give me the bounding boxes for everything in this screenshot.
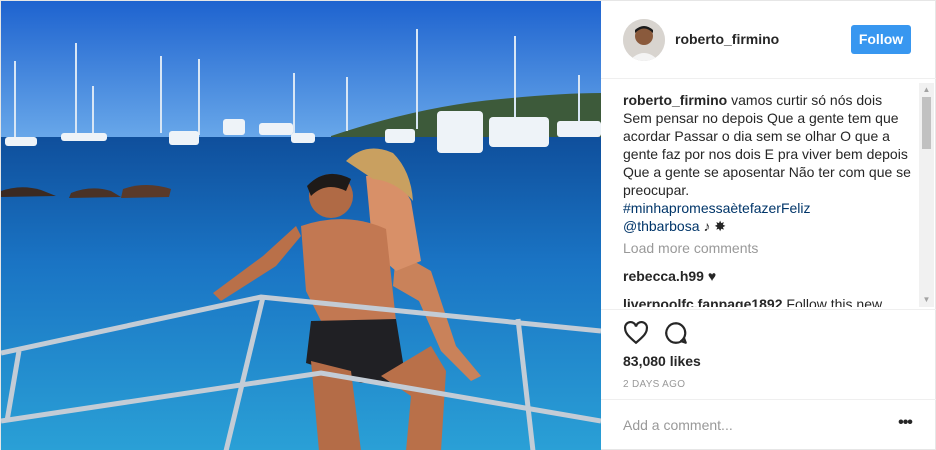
caption-emoji: ♪ ✸ <box>703 218 726 234</box>
comments-section: roberto_firmino vamos curtir só nós dois… <box>623 91 913 307</box>
comment-username[interactable]: liverpoolfc.fanpage1892 <box>623 296 783 307</box>
post-photo[interactable] <box>1 1 601 450</box>
comment-item: liverpoolfc.fanpage1892 Follow this new <box>623 295 913 307</box>
likes-count[interactable]: 83,080 likes <box>623 353 701 369</box>
comment-text: ♥ <box>707 268 717 284</box>
caption-username[interactable]: roberto_firmino <box>623 92 727 108</box>
post-image <box>1 1 601 450</box>
comment-item: rebecca.h99 ♥ <box>623 267 913 285</box>
post-actions: 83,080 likes 2 DAYS AGO <box>601 309 936 401</box>
add-comment-input[interactable] <box>623 414 873 436</box>
comment-bubble-icon[interactable] <box>663 320 689 346</box>
more-options-icon[interactable]: ••• <box>893 414 917 436</box>
add-comment-bar: ••• <box>601 399 936 450</box>
instagram-post: roberto_firmino Follow roberto_firmino v… <box>0 0 936 450</box>
comment-text: Follow this new <box>786 296 883 307</box>
scroll-up-arrow-icon[interactable]: ▲ <box>919 83 934 97</box>
caption-hashtag[interactable]: #minhapromessaètefazerFeliz <box>623 199 913 217</box>
post-timestamp: 2 DAYS AGO <box>623 379 686 390</box>
caption-mention[interactable]: @thbarbosa <box>623 218 699 234</box>
avatar-image <box>623 19 665 61</box>
post-header: roberto_firmino Follow <box>601 1 936 79</box>
comments-scrollbar[interactable]: ▲ ▼ <box>919 83 934 307</box>
comment-username[interactable]: rebecca.h99 <box>623 268 704 284</box>
follow-button[interactable]: Follow <box>851 25 911 54</box>
load-more-comments[interactable]: Load more comments <box>623 239 913 257</box>
like-heart-icon[interactable] <box>623 320 649 346</box>
caption: roberto_firmino vamos curtir só nós dois… <box>623 91 913 235</box>
avatar[interactable] <box>623 19 665 61</box>
scroll-down-arrow-icon[interactable]: ▼ <box>919 293 934 307</box>
header-username[interactable]: roberto_firmino <box>675 31 779 47</box>
caption-mention-line: @thbarbosa ♪ ✸ <box>623 218 726 234</box>
scrollbar-thumb[interactable] <box>922 97 931 149</box>
post-sidebar: roberto_firmino Follow roberto_firmino v… <box>601 1 936 450</box>
